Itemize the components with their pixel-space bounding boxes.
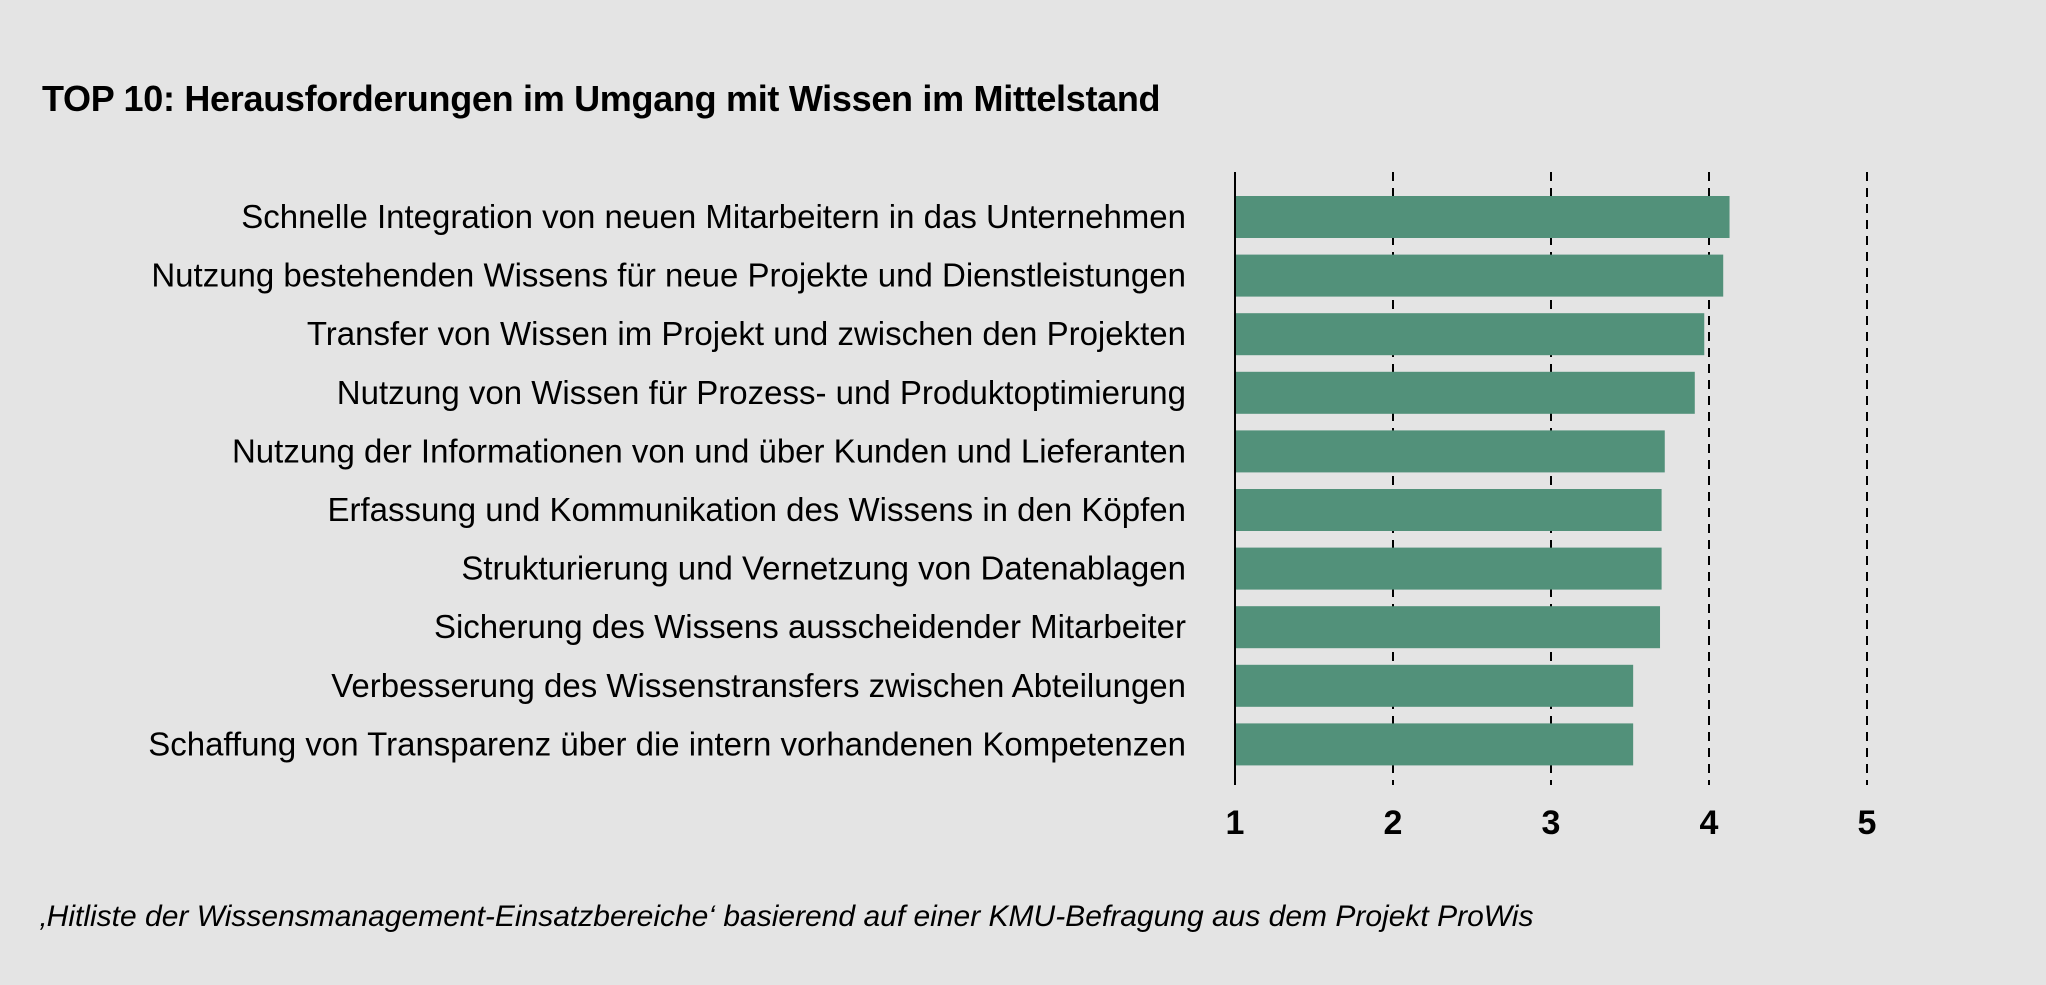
x-tick-label-1: 1	[1226, 804, 1245, 842]
bar-2	[1235, 254, 1724, 297]
category-label-3: Transfer von Wissen im Projekt und zwisc…	[307, 315, 1186, 352]
bar-10	[1235, 723, 1634, 766]
category-label-4: Nutzung von Wissen für Prozess- und Prod…	[337, 374, 1186, 411]
category-labels: Schnelle Integration von neuen Mitarbeit…	[148, 198, 1186, 762]
x-axis-ticks: 1 2 3 4 5	[1226, 804, 1877, 842]
bar-3	[1235, 313, 1705, 356]
bar-7	[1235, 547, 1662, 590]
bar-5	[1235, 430, 1665, 473]
category-label-8: Sicherung des Wissens ausscheidender Mit…	[434, 608, 1186, 645]
bar-4	[1235, 371, 1695, 414]
bar-6	[1235, 489, 1662, 531]
category-label-5: Nutzung der Informationen von und über K…	[232, 432, 1186, 469]
source-caption: ‚Hitliste der Wissensmanagement-Einsatzb…	[40, 900, 1534, 933]
category-label-10: Schaffung von Transparenz über die inter…	[148, 725, 1186, 762]
category-label-9: Verbesserung des Wissenstransfers zwisch…	[331, 667, 1186, 704]
category-label-6: Erfassung und Kommunikation des Wissens …	[328, 491, 1186, 528]
x-tick-label-5: 5	[1858, 804, 1877, 842]
bar-1	[1235, 196, 1730, 238]
x-tick-label-2: 2	[1384, 804, 1403, 842]
category-label-7: Strukturierung und Vernetzung von Datena…	[461, 550, 1186, 587]
x-tick-label-3: 3	[1542, 804, 1561, 842]
bar-8	[1235, 606, 1661, 649]
x-tick-label-4: 4	[1700, 804, 1719, 842]
category-label-1: Schnelle Integration von neuen Mitarbeit…	[241, 198, 1186, 235]
category-label-2: Nutzung bestehenden Wissens für neue Pro…	[151, 257, 1186, 294]
bar-9	[1235, 664, 1634, 707]
bar-chart: Schnelle Integration von neuen Mitarbeit…	[148, 172, 1877, 842]
bars	[1235, 196, 1730, 766]
